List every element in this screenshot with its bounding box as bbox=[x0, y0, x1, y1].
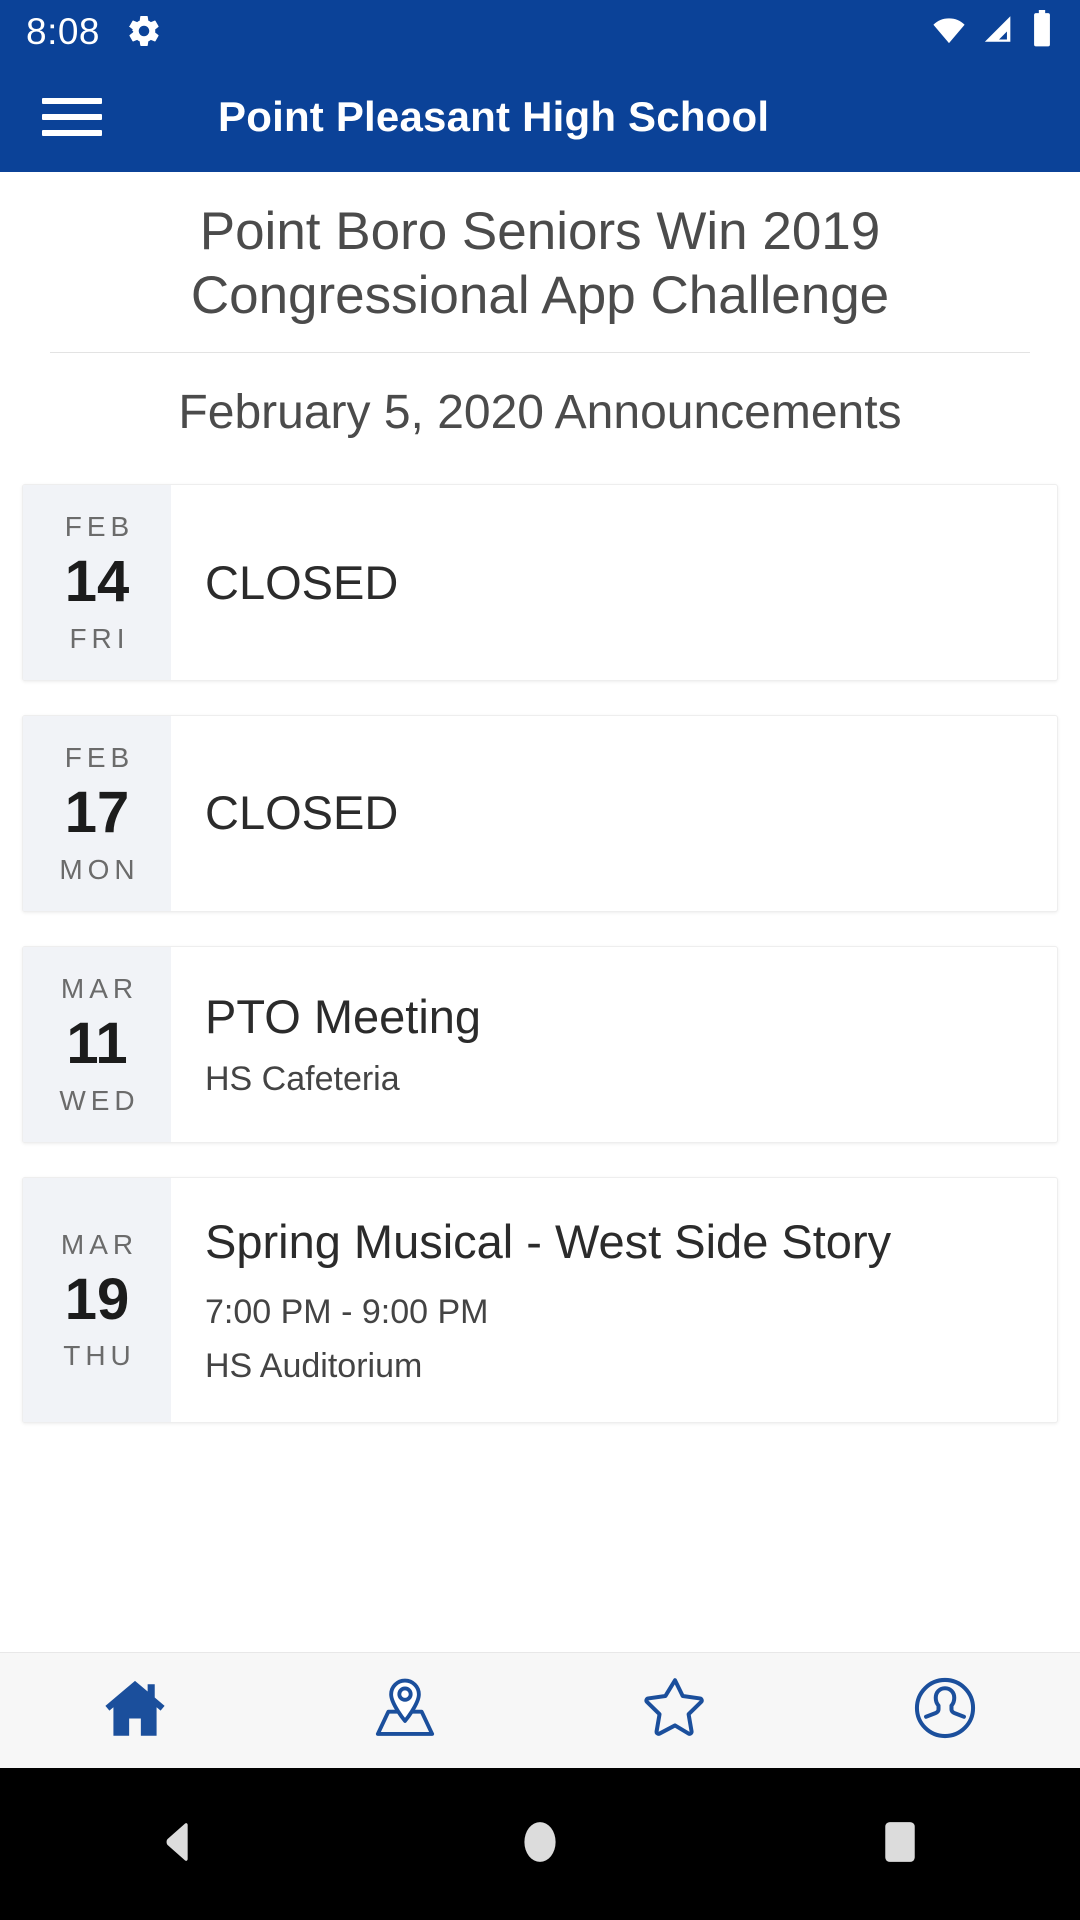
app-bar: Point Pleasant High School bbox=[0, 62, 1080, 172]
wifi-icon bbox=[930, 12, 968, 51]
event-card[interactable]: MAR 19 THU Spring Musical - West Side St… bbox=[22, 1176, 1058, 1424]
triangle-back-icon bbox=[157, 1819, 203, 1870]
event-body: PTO Meeting HS Cafeteria bbox=[171, 947, 1057, 1142]
gear-icon bbox=[126, 13, 162, 49]
event-title: Spring Musical - West Side Story bbox=[205, 1214, 892, 1268]
home-icon bbox=[98, 1671, 172, 1750]
event-body: CLOSED bbox=[171, 485, 1057, 680]
event-date-block: MAR 11 WED bbox=[23, 947, 171, 1142]
event-weekday: FRI bbox=[69, 622, 130, 654]
tab-favorites[interactable] bbox=[540, 1653, 810, 1768]
circle-home-icon bbox=[519, 1816, 561, 1873]
event-day: 19 bbox=[64, 1266, 130, 1332]
event-card[interactable]: MAR 11 WED PTO Meeting HS Cafeteria bbox=[22, 946, 1058, 1143]
event-day: 17 bbox=[64, 780, 130, 846]
event-location: HS Auditorium bbox=[205, 1347, 423, 1386]
event-title: CLOSED bbox=[205, 555, 399, 609]
nav-back-button[interactable] bbox=[0, 1819, 360, 1870]
bottom-tab-bar bbox=[0, 1652, 1080, 1768]
event-time: 7:00 PM - 9:00 PM bbox=[205, 1293, 489, 1332]
battery-icon bbox=[1030, 9, 1054, 53]
main-content[interactable]: Point Boro Seniors Win 2019 Congressiona… bbox=[0, 172, 1080, 1652]
event-weekday: MON bbox=[59, 853, 140, 885]
section-title: February 5, 2020 Announcements bbox=[178, 386, 902, 440]
tab-home[interactable] bbox=[0, 1653, 270, 1768]
event-month: FEB bbox=[64, 742, 135, 774]
event-month: MAR bbox=[60, 973, 139, 1004]
event-weekday: THU bbox=[63, 1340, 136, 1372]
person-icon bbox=[908, 1671, 982, 1750]
events-list: FEB 14 FRI CLOSED FEB 17 MON CLOSED MAR … bbox=[0, 484, 1080, 1424]
tab-profile[interactable] bbox=[810, 1653, 1080, 1768]
hamburger-line bbox=[42, 98, 102, 104]
status-bar: 8:08 bbox=[0, 0, 1080, 62]
map-pin-icon bbox=[368, 1671, 442, 1750]
status-icons bbox=[930, 9, 1054, 53]
event-date-block: MAR 19 THU bbox=[23, 1177, 171, 1423]
event-card[interactable]: FEB 17 MON CLOSED bbox=[22, 715, 1058, 912]
star-icon bbox=[638, 1671, 712, 1750]
event-weekday: WED bbox=[59, 1084, 140, 1116]
hamburger-menu-icon[interactable] bbox=[42, 98, 106, 136]
tab-map[interactable] bbox=[270, 1653, 540, 1768]
nav-home-button[interactable] bbox=[360, 1816, 720, 1873]
event-body: Spring Musical - West Side Story 7:00 PM… bbox=[171, 1178, 1057, 1423]
event-month: FEB bbox=[64, 511, 135, 543]
app-root: 8:08 Point Pleasant High School Point Bo… bbox=[0, 0, 1080, 1920]
event-title: CLOSED bbox=[205, 786, 399, 840]
event-title: PTO Meeting bbox=[205, 990, 482, 1044]
status-time: 8:08 bbox=[26, 10, 101, 52]
event-month: MAR bbox=[60, 1228, 139, 1260]
event-card[interactable]: FEB 14 FRI CLOSED bbox=[22, 484, 1058, 682]
news-headline[interactable]: Point Boro Seniors Win 2019 Congressiona… bbox=[0, 172, 1080, 328]
event-location: HS Cafeteria bbox=[205, 1060, 400, 1099]
nav-recents-button[interactable] bbox=[720, 1816, 1080, 1873]
event-body: CLOSED bbox=[171, 716, 1057, 911]
cellular-signal-icon bbox=[982, 12, 1016, 51]
app-title: Point Pleasant High School bbox=[218, 93, 770, 140]
event-day: 11 bbox=[66, 1011, 128, 1077]
event-date-block: FEB 14 FRI bbox=[23, 485, 171, 681]
android-nav-bar bbox=[0, 1768, 1080, 1920]
event-day: 14 bbox=[64, 549, 130, 615]
hamburger-line bbox=[42, 114, 102, 120]
event-date-block: FEB 17 MON bbox=[23, 716, 171, 911]
hamburger-line bbox=[42, 130, 102, 136]
square-recents-icon bbox=[879, 1816, 921, 1873]
